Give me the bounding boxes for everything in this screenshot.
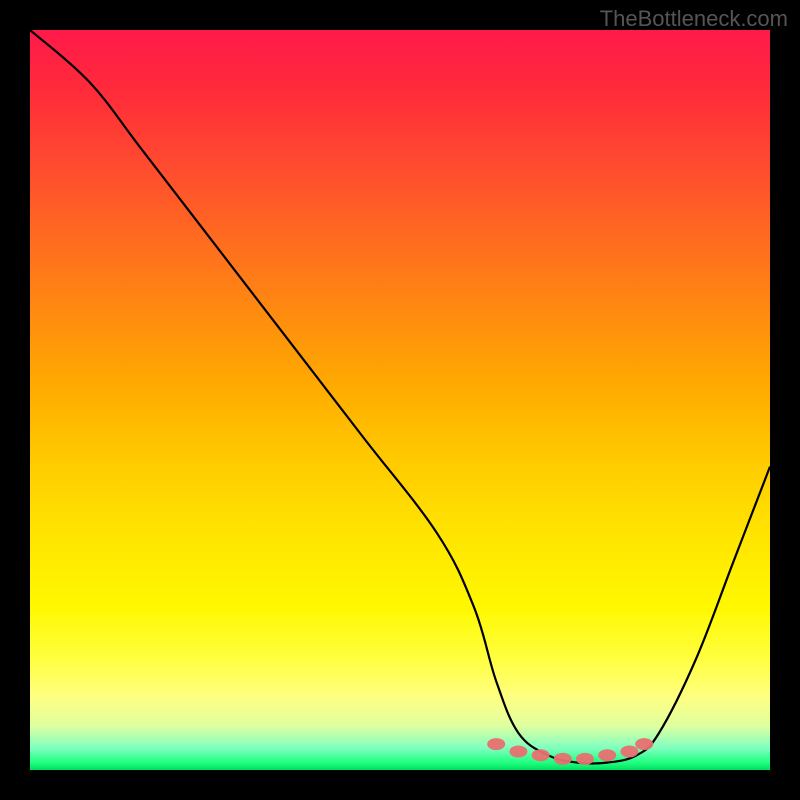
attribution-label: TheBottleneck.com bbox=[600, 6, 788, 32]
chart-plot-area bbox=[30, 30, 770, 770]
bottleneck-curve bbox=[30, 30, 770, 770]
optimal-range-markers bbox=[30, 30, 770, 770]
